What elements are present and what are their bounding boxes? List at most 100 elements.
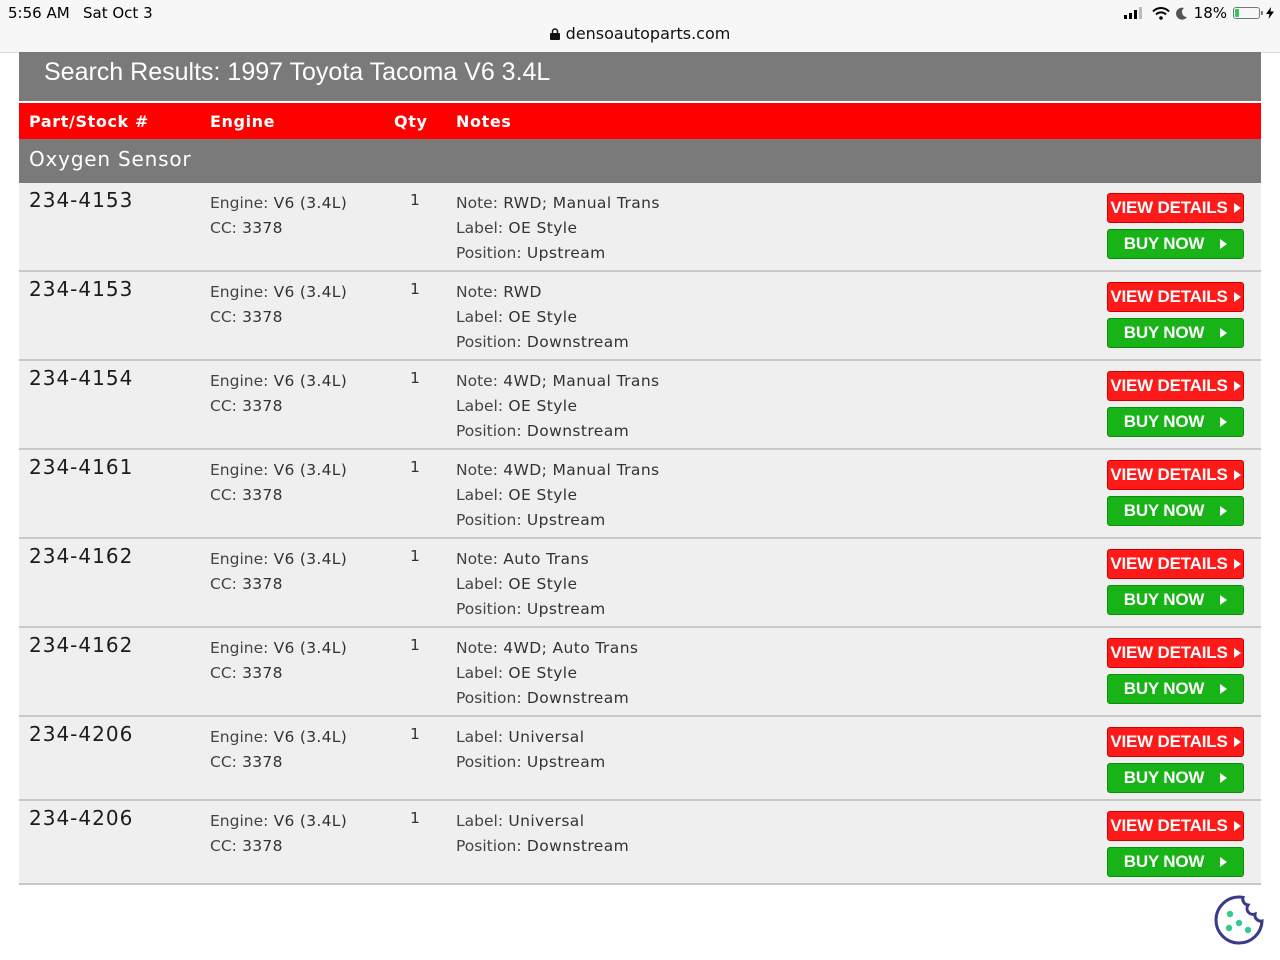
note-value: 4WD; Auto Trans xyxy=(503,639,639,657)
table-row: 234-4206 Engine: V6 (3.4L) CC: 3378 1 Label:… xyxy=(19,717,1261,801)
view-details-button[interactable]: VIEW DETAILS xyxy=(1107,460,1244,490)
cc-line: CC: 3378 xyxy=(210,572,347,597)
position-line: Position: Upstream xyxy=(456,750,606,775)
view-details-button[interactable]: VIEW DETAILS xyxy=(1107,638,1244,668)
quantity: 1 xyxy=(410,809,420,827)
engine-line: Engine: V6 (3.4L) xyxy=(210,458,347,483)
notes: Note: RWD; Manual Trans Label: OE Style Po… xyxy=(456,191,660,266)
battery-percent: 18% xyxy=(1193,4,1227,22)
buy-now-button[interactable]: BUY NOW xyxy=(1107,585,1244,615)
view-details-label: VIEW DETAILS xyxy=(1110,732,1228,751)
label-value: OE Style xyxy=(508,575,578,593)
quantity: 1 xyxy=(410,725,420,743)
column-qty: Qty xyxy=(394,112,428,131)
part-number: 234-4162 xyxy=(29,544,134,568)
buy-now-button[interactable]: BUY NOW xyxy=(1107,674,1244,704)
cc-line: CC: 3378 xyxy=(210,483,347,508)
arrow-right-icon xyxy=(1220,239,1228,249)
view-details-label: VIEW DETAILS xyxy=(1110,198,1228,217)
note-label: Note: xyxy=(456,550,498,568)
buy-now-label: BUY NOW xyxy=(1123,679,1205,698)
buy-now-button[interactable]: BUY NOW xyxy=(1107,318,1244,348)
view-details-button[interactable]: VIEW DETAILS xyxy=(1107,193,1244,223)
buy-now-button[interactable]: BUY NOW xyxy=(1107,229,1244,259)
engine-value: V6 (3.4L) xyxy=(273,639,348,657)
lock-icon xyxy=(549,28,560,40)
buy-now-button[interactable]: BUY NOW xyxy=(1107,763,1244,793)
engine-label: Engine: xyxy=(210,812,269,830)
results-title: Search Results: 1997 Toyota Tacoma V6 3.… xyxy=(19,52,1261,101)
engine-line: Engine: V6 (3.4L) xyxy=(210,725,347,750)
engine-info: Engine: V6 (3.4L) CC: 3378 xyxy=(210,636,347,686)
buy-now-button[interactable]: BUY NOW xyxy=(1107,407,1244,437)
buy-now-button[interactable]: BUY NOW xyxy=(1107,847,1244,877)
note-value: RWD; Manual Trans xyxy=(503,194,660,212)
view-details-button[interactable]: VIEW DETAILS xyxy=(1107,371,1244,401)
notes: Note: RWD Label: OE Style Position: Downst… xyxy=(456,280,629,355)
label-line: Label: OE Style xyxy=(456,216,660,241)
label-line: Label: Universal xyxy=(456,725,606,750)
view-details-label: VIEW DETAILS xyxy=(1110,816,1228,835)
cc-value: 3378 xyxy=(242,486,283,504)
engine-info: Engine: V6 (3.4L) CC: 3378 xyxy=(210,191,347,241)
label-label: Label: xyxy=(456,397,504,415)
position-line: Position: Upstream xyxy=(456,508,660,533)
view-details-button[interactable]: VIEW DETAILS xyxy=(1107,811,1244,841)
cc-line: CC: 3378 xyxy=(210,216,347,241)
position-label: Position: xyxy=(456,511,522,529)
charging-icon xyxy=(1266,7,1274,19)
cc-value: 3378 xyxy=(242,575,283,593)
arrow-right-icon xyxy=(1220,684,1228,694)
view-details-button[interactable]: VIEW DETAILS xyxy=(1107,549,1244,579)
arrow-right-icon xyxy=(1233,648,1241,658)
view-details-label: VIEW DETAILS xyxy=(1110,287,1228,306)
engine-value: V6 (3.4L) xyxy=(273,194,348,212)
position-line: Position: Downstream xyxy=(456,834,629,859)
engine-info: Engine: V6 (3.4L) CC: 3378 xyxy=(210,369,347,419)
cc-line: CC: 3378 xyxy=(210,750,347,775)
engine-line: Engine: V6 (3.4L) xyxy=(210,547,347,572)
buy-now-button[interactable]: BUY NOW xyxy=(1107,496,1244,526)
column-part: Part/Stock # xyxy=(29,112,149,131)
engine-label: Engine: xyxy=(210,372,269,390)
arrow-right-icon xyxy=(1220,417,1228,427)
table-row: 234-4154 Engine: V6 (3.4L) CC: 3378 1 Note: … xyxy=(19,361,1261,450)
notes: Note: 4WD; Manual Trans Label: OE Style Po… xyxy=(456,458,660,533)
column-notes: Notes xyxy=(456,112,512,131)
cc-value: 3378 xyxy=(242,837,283,855)
engine-info: Engine: V6 (3.4L) CC: 3378 xyxy=(210,809,347,859)
note-label: Note: xyxy=(456,461,498,479)
arrow-right-icon xyxy=(1220,773,1228,783)
label-label: Label: xyxy=(456,812,504,830)
view-details-button[interactable]: VIEW DETAILS xyxy=(1107,727,1244,757)
note-line: Note: Auto Trans xyxy=(456,547,606,572)
cc-label: CC: xyxy=(210,397,237,415)
cc-line: CC: 3378 xyxy=(210,834,347,859)
cc-label: CC: xyxy=(210,219,237,237)
arrow-right-icon xyxy=(1233,737,1241,747)
cc-label: CC: xyxy=(210,837,237,855)
label-line: Label: OE Style xyxy=(456,305,629,330)
buy-now-label: BUY NOW xyxy=(1123,234,1205,253)
label-value: OE Style xyxy=(508,397,578,415)
quantity: 1 xyxy=(410,369,420,387)
status-time: 5:56 AM xyxy=(8,4,70,22)
notes: Label: Universal Position: Upstream xyxy=(456,725,606,775)
position-value: Upstream xyxy=(526,244,606,262)
buy-now-label: BUY NOW xyxy=(1123,852,1205,871)
column-header-bar: Part/Stock # Engine Qty Notes xyxy=(19,101,1261,139)
label-line: Label: OE Style xyxy=(456,483,660,508)
position-label: Position: xyxy=(456,600,522,618)
note-value: 4WD; Manual Trans xyxy=(503,461,660,479)
view-details-button[interactable]: VIEW DETAILS xyxy=(1107,282,1244,312)
quantity: 1 xyxy=(410,547,420,565)
quantity: 1 xyxy=(410,280,420,298)
engine-line: Engine: V6 (3.4L) xyxy=(210,809,347,834)
view-details-label: VIEW DETAILS xyxy=(1110,643,1228,662)
cookie-icon[interactable] xyxy=(1213,894,1265,946)
engine-info: Engine: V6 (3.4L) CC: 3378 xyxy=(210,280,347,330)
label-label: Label: xyxy=(456,728,504,746)
notes: Note: 4WD; Manual Trans Label: OE Style Po… xyxy=(456,369,660,444)
address-bar[interactable]: densoautoparts.com xyxy=(0,24,1280,43)
label-value: OE Style xyxy=(508,486,578,504)
